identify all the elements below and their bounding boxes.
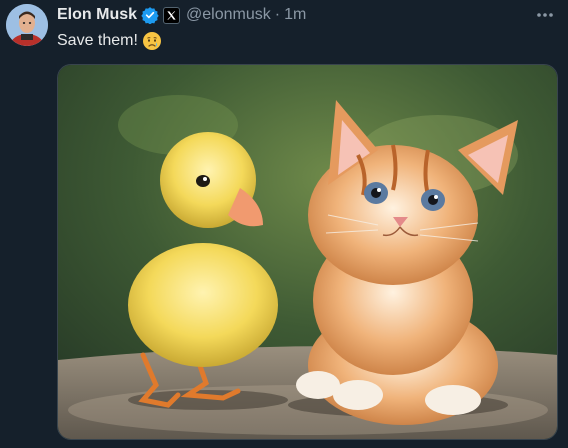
- duckling-and-kitten-image: [58, 65, 557, 439]
- x-logo-icon[interactable]: [163, 6, 181, 24]
- avatar-image: [6, 4, 48, 46]
- separator: ·: [274, 6, 281, 23]
- tweet-header: Elon Musk @elonmusk · 1m: [57, 4, 306, 26]
- timestamp[interactable]: 1m: [284, 6, 306, 24]
- tweet-text: Save them!: [57, 31, 162, 51]
- display-name[interactable]: Elon Musk: [57, 6, 137, 24]
- more-options-icon[interactable]: [534, 4, 556, 26]
- tweet-image[interactable]: [57, 64, 558, 440]
- avatar[interactable]: [6, 4, 48, 46]
- user-handle[interactable]: @elonmusk: [186, 6, 271, 24]
- tweet-card[interactable]: Elon Musk @elonmusk · 1m Save them!: [0, 0, 568, 448]
- verified-badge-icon[interactable]: [141, 6, 159, 25]
- tweet-body: Save them!: [57, 32, 138, 49]
- crying-face-icon: [142, 31, 162, 51]
